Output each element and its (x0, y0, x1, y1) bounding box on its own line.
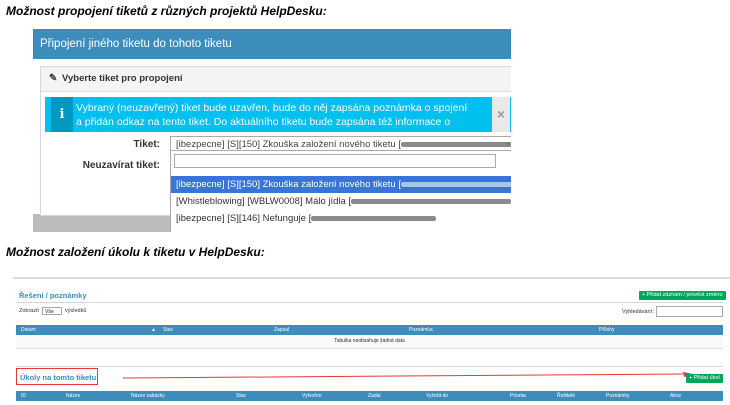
helpdesk-screenshot: Řešení / poznámky + Přidat záznam / prov… (13, 271, 730, 405)
sort-icon[interactable]: ▲ (151, 325, 156, 335)
plug-icon: ✎ (49, 73, 58, 84)
link-ticket-screenshot: Připojení jiného tiketu do tohoto tiketu… (33, 29, 511, 232)
column-header[interactable]: Stav (163, 325, 173, 335)
empty-table-message: Tabulka neobsahuje žádná data (16, 335, 723, 349)
option-label: [Whistleblowing] [WBLW0008] Málo jídla [ (176, 196, 352, 207)
close-icon[interactable]: × (492, 97, 510, 132)
ticket-dropdown: [ibezpecne] [S][150] Zkouška založení no… (170, 150, 511, 232)
notes-section-title: Řešení / poznámky (19, 291, 87, 300)
divider (13, 277, 730, 279)
panel-header: ✎ Vyberte tiket pro propojení (41, 67, 511, 92)
option-label: [ibezpecne] [S][150] Zkouška založení no… (176, 179, 401, 190)
column-header[interactable]: Poznámky (606, 391, 629, 401)
option-label: [ibezpecne] [S][146] Nefunguje [ (176, 213, 312, 224)
redacted-text (351, 198, 511, 204)
page-size-select[interactable]: Vše (42, 307, 62, 315)
tasks-section-title: Úkoly na tomto tiketu (20, 373, 97, 382)
add-task-button[interactable]: + Přidat úkol (686, 374, 723, 383)
ticket-label: Tiket: (133, 139, 161, 150)
dropdown-option[interactable]: [Whistleblowing] [WBLW0008] Málo jídla [ (171, 193, 511, 210)
panel-title: Vyberte tiket pro propojení (62, 73, 183, 84)
column-header[interactable]: Název (66, 391, 80, 401)
dropdown-search-input[interactable] (174, 154, 496, 168)
redacted-text (400, 181, 511, 187)
column-header[interactable]: Poznámka (409, 325, 433, 335)
column-header[interactable]: Přílohy (599, 325, 615, 335)
column-header[interactable]: Akce (670, 391, 681, 401)
caption-top: Možnost propojení tiketů z různých proje… (6, 4, 327, 18)
show-label: Zobrazit (19, 308, 39, 314)
column-header[interactable]: Datum (21, 325, 36, 335)
column-header[interactable]: Vytvořen (302, 391, 322, 401)
tasks-table-header: ID Název Název zakázky Stav Vytvořen Zad… (16, 391, 723, 401)
column-header[interactable]: ID (21, 391, 26, 401)
search-input[interactable] (656, 306, 723, 317)
column-header[interactable]: Priorita (510, 391, 526, 401)
info-alert: i Vybraný (neuzavřený) tiket bude uzavře… (45, 97, 511, 142)
results-label: výsledků (65, 308, 87, 314)
dialog-title: Připojení jiného tiketu do tohoto tiketu (33, 29, 511, 59)
info-icon: i (51, 97, 73, 132)
column-header[interactable]: Řešitelé (557, 391, 575, 401)
search-label: Vyhledávání: (622, 309, 654, 315)
notes-table-header: Datum ▲ Stav Zapsal Poznámka Přílohy (16, 325, 723, 335)
chevron-down-icon: ▼ (504, 141, 511, 148)
red-arrow (123, 372, 693, 379)
column-header[interactable]: Zapsal (274, 325, 289, 335)
ticket-select-value: [ibezpecne] [S][150] Zkouška založení no… (176, 139, 401, 150)
column-header[interactable]: Vyřešit do (426, 391, 448, 401)
column-header[interactable]: Zadal (368, 391, 381, 401)
divider (16, 366, 723, 367)
redacted-text (400, 141, 511, 147)
dropdown-option[interactable]: [ibezpecne] [S][146] Nefunguje [ (171, 210, 511, 227)
ticket-select[interactable]: [ibezpecne] [S][150] Zkouška založení no… (170, 136, 511, 151)
caption-bottom: Možnost založení úkolu k tiketu v HelpDe… (6, 245, 265, 259)
close-ticket-label: Neuzavírat tiket: (82, 160, 160, 171)
column-header[interactable]: Stav (236, 391, 246, 401)
add-note-button[interactable]: + Přidat záznam / provést změnu (639, 291, 726, 300)
divider (16, 302, 723, 303)
column-header[interactable]: Název zakázky (131, 391, 165, 401)
dropdown-option[interactable]: [ibezpecne] [S][150] Zkouška založení no… (171, 176, 511, 193)
redacted-text (311, 215, 437, 221)
